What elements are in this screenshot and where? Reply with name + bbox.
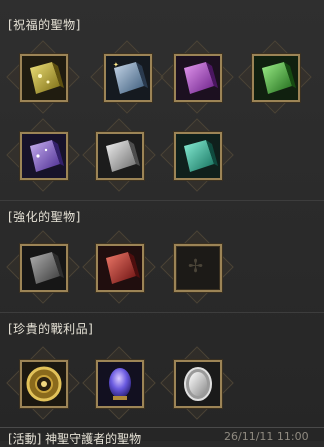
section-title-blessed: [祝福的聖物]	[8, 18, 81, 32]
slot-frame	[174, 54, 222, 102]
section-title-loot: [珍貴的戰利品]	[8, 322, 94, 336]
item-slot[interactable]	[82, 118, 156, 192]
item-slot[interactable]	[82, 230, 156, 304]
slot-frame: ✢	[174, 244, 222, 292]
slot-frame	[20, 244, 68, 292]
item-slot[interactable]	[238, 40, 312, 114]
item-slot[interactable]	[6, 118, 80, 192]
slot-frame	[252, 54, 300, 102]
item-slot[interactable]	[160, 346, 234, 420]
empty-slot-icon: ✢	[188, 256, 204, 277]
slot-frame: ✦	[104, 54, 152, 102]
event-section-title: [活動] 神聖守護者的聖物	[8, 432, 142, 446]
item-slot[interactable]: ✦	[90, 40, 164, 114]
slot-frame	[174, 132, 222, 180]
violet-relic-icon	[22, 134, 66, 178]
silver-relic-icon	[98, 134, 142, 178]
slot-frame	[20, 360, 68, 408]
blue-relic-icon: ✦	[106, 56, 150, 100]
red-relic-icon	[98, 246, 142, 290]
crystal-egg-icon	[98, 362, 142, 406]
slot-frame	[96, 132, 144, 180]
item-slot[interactable]	[6, 346, 80, 420]
silver-mirror-icon	[176, 362, 220, 406]
relic-collection-panel: [祝福的聖物] ✦ [強化的聖物] ✢ [珍貴的戰利品] [活動] 神聖守護者的…	[0, 0, 324, 446]
item-slot[interactable]	[160, 40, 234, 114]
teal-relic-icon	[176, 134, 220, 178]
item-slot[interactable]	[6, 40, 80, 114]
gray-relic-icon	[22, 246, 66, 290]
slot-frame	[20, 132, 68, 180]
purple-relic-icon	[176, 56, 220, 100]
green-relic-icon	[254, 56, 298, 100]
section-divider	[0, 200, 324, 201]
item-slot[interactable]	[160, 118, 234, 192]
svg-text:✦: ✦	[113, 61, 119, 69]
golden-gear-icon	[22, 362, 66, 406]
gold-relic-icon	[22, 56, 66, 100]
item-slot[interactable]	[6, 230, 80, 304]
slot-frame	[174, 360, 222, 408]
empty-item-slot[interactable]: ✢	[160, 230, 234, 304]
section-divider	[0, 427, 324, 428]
section-divider	[0, 312, 324, 313]
section-title-enhanced: [強化的聖物]	[8, 210, 81, 224]
slot-frame	[96, 360, 144, 408]
slot-frame	[96, 244, 144, 292]
event-date: 26/11/11 11:00	[224, 430, 309, 443]
slot-frame	[20, 54, 68, 102]
item-slot[interactable]	[82, 346, 156, 420]
